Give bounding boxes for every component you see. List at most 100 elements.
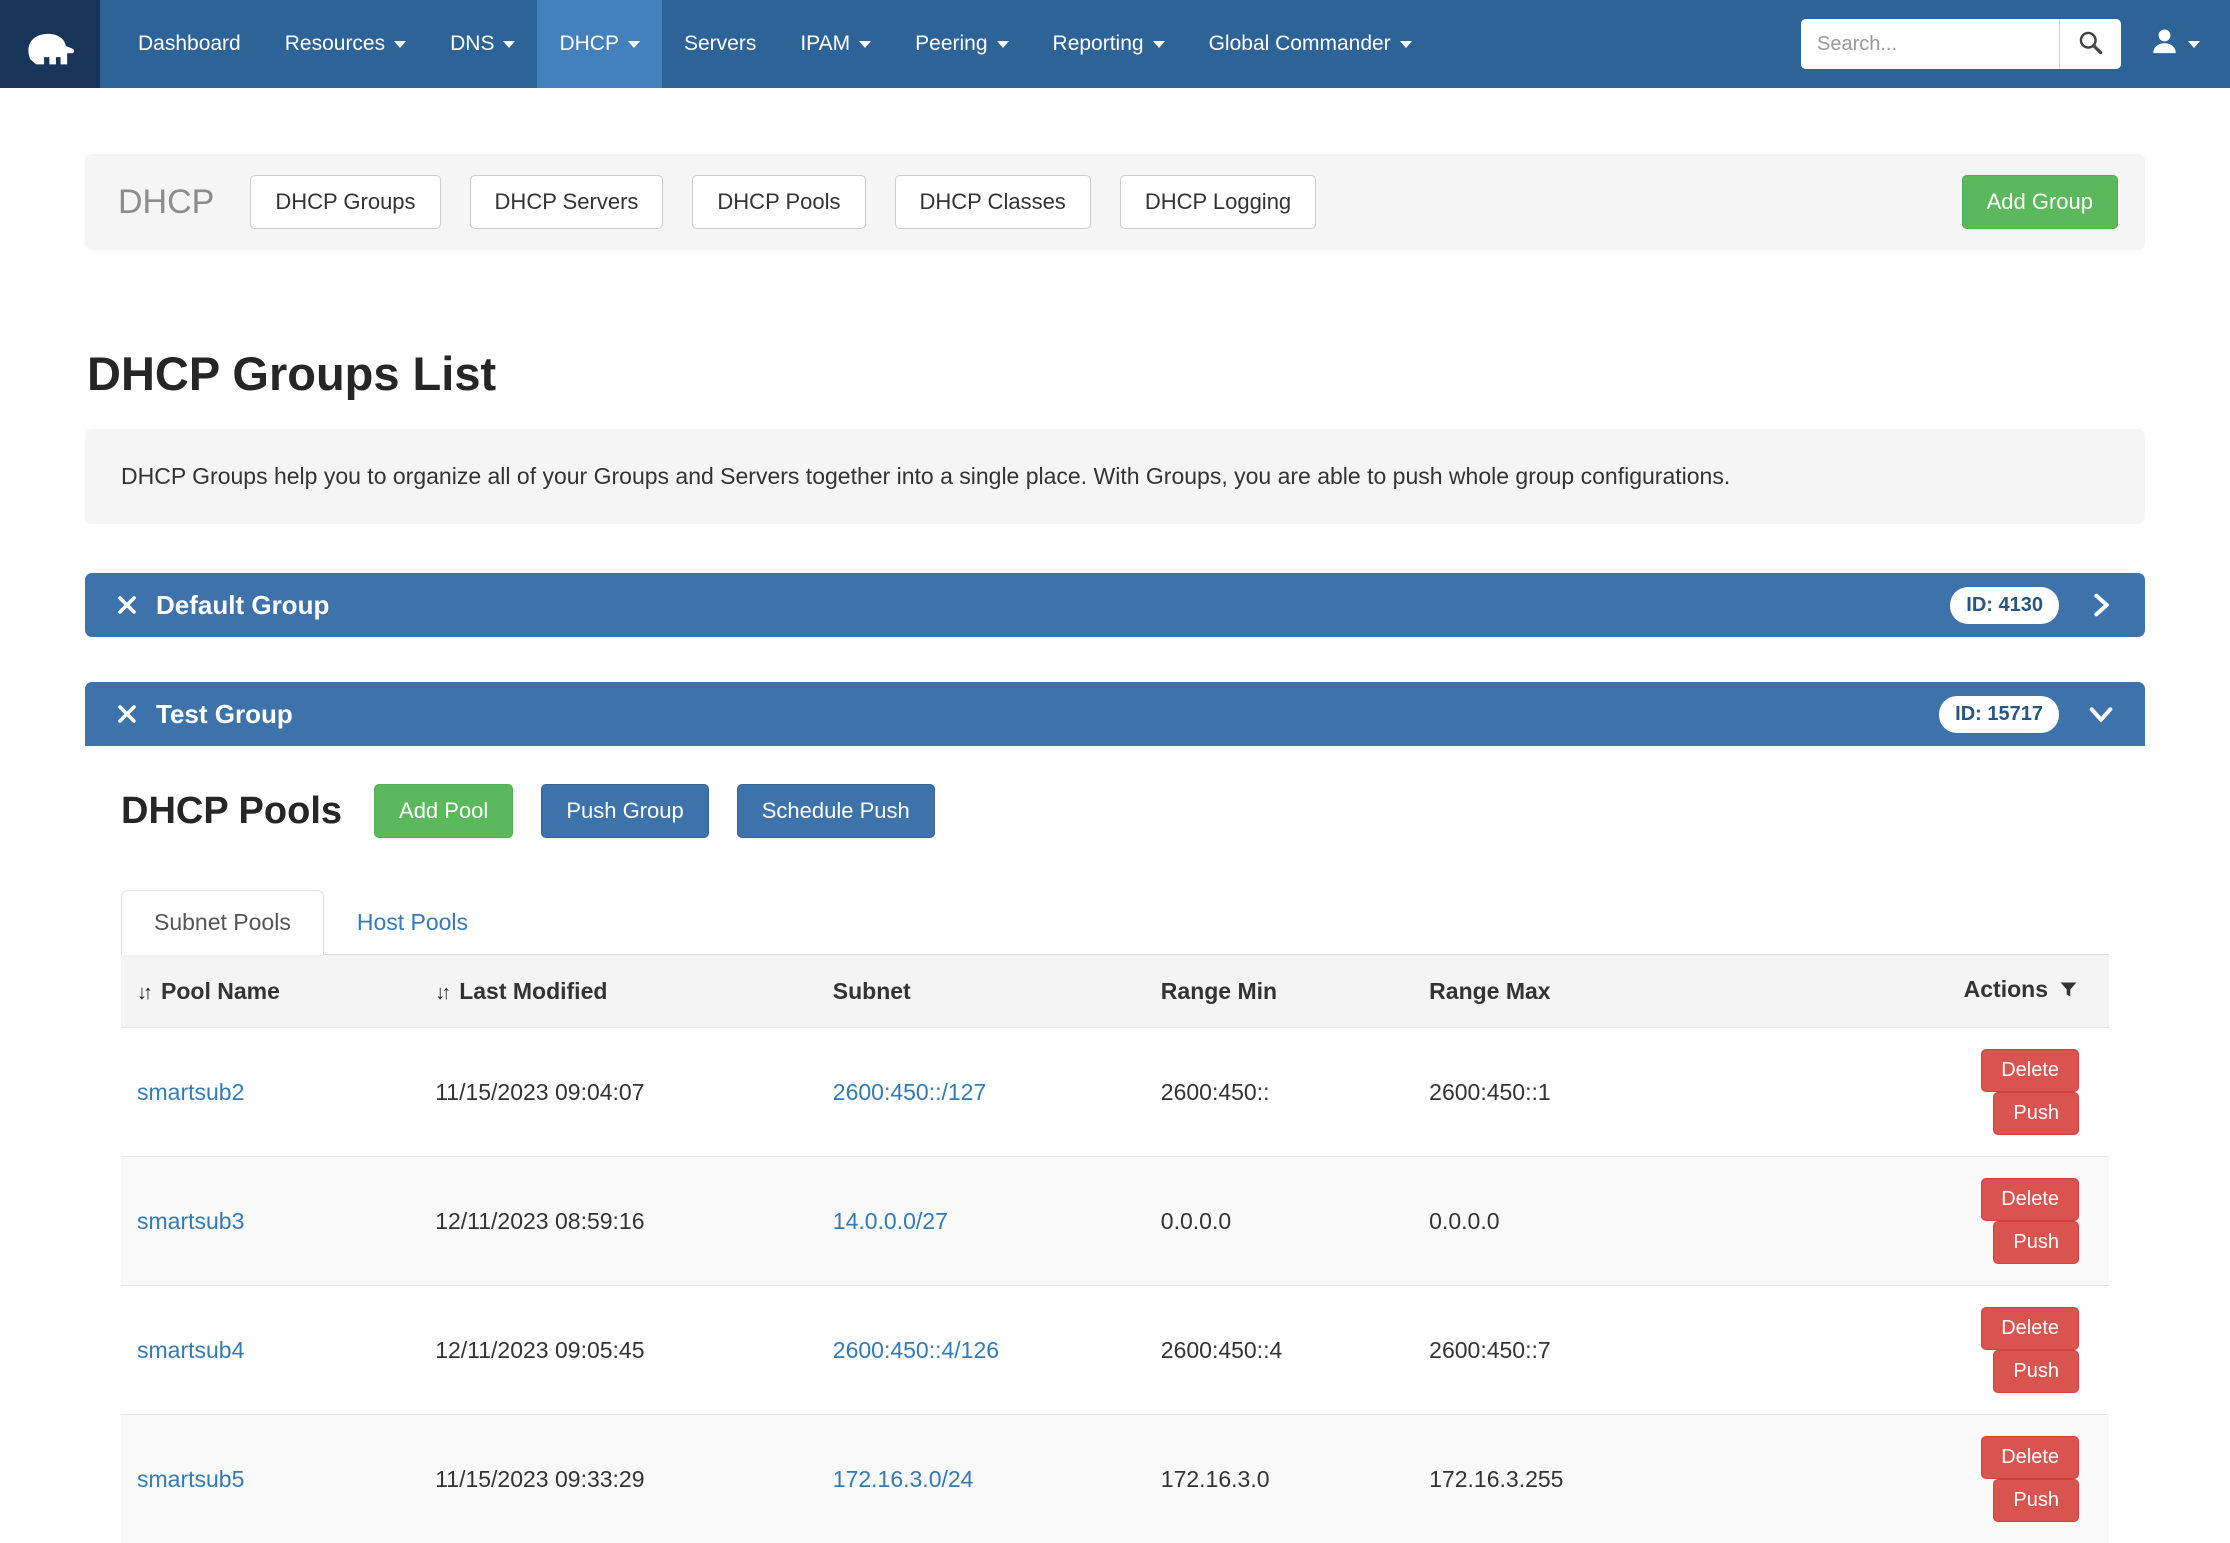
- range-max-cell: 2600:450::1: [1413, 1028, 1890, 1157]
- chevron-right-icon[interactable]: [2087, 591, 2115, 619]
- nav-item-dashboard[interactable]: Dashboard: [116, 0, 263, 88]
- subnet-cell: 2600:450::4/126: [817, 1286, 1145, 1415]
- subnet-link[interactable]: 2600:450::/127: [833, 1079, 986, 1105]
- search-input[interactable]: [1801, 19, 2059, 69]
- range-min-cell: 2600:450::4: [1145, 1286, 1413, 1415]
- navbar-right: [1801, 0, 2230, 88]
- search-icon: [2077, 29, 2104, 59]
- nav-item-resources[interactable]: Resources: [263, 0, 428, 88]
- range-min-cell: 0.0.0.0: [1145, 1157, 1413, 1286]
- delete-button[interactable]: Delete: [1981, 1178, 2079, 1221]
- delete-button[interactable]: Delete: [1981, 1307, 2079, 1350]
- dhcp-toolbar: DHCP DHCP GroupsDHCP ServersDHCP PoolsDH…: [85, 154, 2145, 250]
- table-row: smartsub2 11/15/2023 09:04:07 2600:450::/1…: [121, 1028, 2109, 1157]
- nav-item-label: Reporting: [1053, 32, 1144, 56]
- header-pool-name[interactable]: ↓↑Pool Name: [121, 955, 419, 1028]
- nav-item-label: Global Commander: [1209, 32, 1391, 56]
- toolbar-button-dhcp-classes[interactable]: DHCP Classes: [895, 175, 1091, 229]
- pool-name-link[interactable]: smartsub5: [137, 1466, 244, 1492]
- toolbar-button-dhcp-servers[interactable]: DHCP Servers: [470, 175, 664, 229]
- add-group-button[interactable]: Add Group: [1962, 175, 2118, 229]
- subnet-link[interactable]: 2600:450::4/126: [833, 1337, 999, 1363]
- range-min-cell: 172.16.3.0: [1145, 1415, 1413, 1543]
- range-max-cell: 172.16.3.255: [1413, 1415, 1890, 1543]
- nav-items: DashboardResources DNS DHCPServersIPAM Peer…: [116, 0, 1434, 88]
- header-range-max: Range Max: [1413, 955, 1890, 1028]
- close-icon[interactable]: [115, 702, 139, 726]
- pool-name-link[interactable]: smartsub4: [137, 1337, 244, 1363]
- group-id-badge: ID: 15717: [1939, 696, 2059, 733]
- main-content: DHCP DHCP GroupsDHCP ServersDHCP PoolsDH…: [85, 154, 2145, 1543]
- subnet-link[interactable]: 172.16.3.0/24: [833, 1466, 974, 1492]
- actions-cell: DeletePush: [1890, 1286, 2109, 1415]
- toolbar-button-dhcp-pools[interactable]: DHCP Pools: [692, 175, 865, 229]
- tab-host-pools[interactable]: Host Pools: [324, 890, 501, 955]
- tab-subnet-pools[interactable]: Subnet Pools: [121, 890, 324, 955]
- table-row: smartsub3 12/11/2023 08:59:16 14.0.0.0/27 0…: [121, 1157, 2109, 1286]
- push-button[interactable]: Push: [1993, 1479, 2079, 1522]
- range-max-cell: 2600:450::7: [1413, 1286, 1890, 1415]
- sort-icon: ↓↑: [137, 982, 149, 1004]
- nav-item-dhcp[interactable]: DHCP: [537, 0, 662, 88]
- group-bar-default-group[interactable]: Default Group ID: 4130: [85, 573, 2145, 637]
- range-max-cell: 0.0.0.0: [1413, 1157, 1890, 1286]
- nav-item-reporting[interactable]: Reporting: [1031, 0, 1187, 88]
- chevron-down-icon: [859, 41, 871, 48]
- push-group-button[interactable]: Push Group: [541, 784, 708, 838]
- last-modified-cell: 12/11/2023 09:05:45: [419, 1286, 817, 1415]
- last-modified-cell: 11/15/2023 09:04:07: [419, 1028, 817, 1157]
- pool-name-cell: smartsub4: [121, 1286, 419, 1415]
- subnet-cell: 14.0.0.0/27: [817, 1157, 1145, 1286]
- nav-item-ipam[interactable]: IPAM: [778, 0, 893, 88]
- push-button[interactable]: Push: [1993, 1221, 2079, 1264]
- nav-item-label: Peering: [915, 32, 987, 56]
- pool-name-link[interactable]: smartsub2: [137, 1079, 244, 1105]
- subnet-link[interactable]: 14.0.0.0/27: [833, 1208, 948, 1234]
- logo[interactable]: [0, 0, 100, 88]
- user-menu[interactable]: [2149, 26, 2200, 62]
- schedule-push-button[interactable]: Schedule Push: [737, 784, 935, 838]
- filter-icon[interactable]: [2058, 979, 2079, 1006]
- chevron-down-icon: [1400, 41, 1412, 48]
- pools-table-body: smartsub2 11/15/2023 09:04:07 2600:450::/1…: [121, 1028, 2109, 1543]
- pool-name-link[interactable]: smartsub3: [137, 1208, 244, 1234]
- user-icon: [2149, 26, 2180, 62]
- last-modified-cell: 12/11/2023 08:59:16: [419, 1157, 817, 1286]
- search-group: [1801, 19, 2121, 69]
- toolbar-button-dhcp-logging[interactable]: DHCP Logging: [1120, 175, 1316, 229]
- toolbar-buttons: DHCP Groups DHCP Servers DHCP Pools DHCP Cl…: [250, 175, 1316, 229]
- actions-cell: DeletePush: [1890, 1028, 2109, 1157]
- sort-icon: ↓↑: [435, 982, 447, 1004]
- pools-tabs: Subnet Pools Host Pools: [121, 890, 2109, 955]
- chevron-down-icon: [997, 41, 1009, 48]
- chevron-down-icon[interactable]: [2087, 700, 2115, 728]
- toolbar-button-dhcp-groups[interactable]: DHCP Groups: [250, 175, 440, 229]
- actions-cell: DeletePush: [1890, 1157, 2109, 1286]
- group-id-badge: ID: 4130: [1950, 587, 2059, 624]
- nav-item-label: DNS: [450, 32, 494, 56]
- toolbar-title: DHCP: [118, 183, 214, 222]
- chevron-down-icon: [2188, 41, 2200, 48]
- add-pool-button[interactable]: Add Pool: [374, 784, 513, 838]
- header-last-modified[interactable]: ↓↑Last Modified: [419, 955, 817, 1028]
- close-icon[interactable]: [115, 593, 139, 617]
- push-button[interactable]: Push: [1993, 1092, 2079, 1135]
- subnet-cell: 172.16.3.0/24: [817, 1415, 1145, 1543]
- page-title: DHCP Groups List: [87, 346, 2145, 401]
- table-row: smartsub4 12/11/2023 09:05:45 2600:450::4/…: [121, 1286, 2109, 1415]
- subnet-cell: 2600:450::/127: [817, 1028, 1145, 1157]
- nav-item-peering[interactable]: Peering: [893, 0, 1030, 88]
- delete-button[interactable]: Delete: [1981, 1436, 2079, 1479]
- nav-item-global-commander[interactable]: Global Commander: [1187, 0, 1434, 88]
- nav-item-dns[interactable]: DNS: [428, 0, 537, 88]
- search-button[interactable]: [2059, 19, 2121, 69]
- pool-name-cell: smartsub5: [121, 1415, 419, 1543]
- nav-item-servers[interactable]: Servers: [662, 0, 778, 88]
- group-bar-test-group[interactable]: Test Group ID: 15717: [85, 682, 2145, 746]
- chevron-down-icon: [1153, 41, 1165, 48]
- page-description: DHCP Groups help you to organize all of …: [85, 429, 2145, 524]
- push-button[interactable]: Push: [1993, 1350, 2079, 1393]
- header-subnet: Subnet: [817, 955, 1145, 1028]
- test-group-panel: DHCP Pools Add Pool Push Group Schedule …: [85, 746, 2145, 1543]
- delete-button[interactable]: Delete: [1981, 1049, 2079, 1092]
